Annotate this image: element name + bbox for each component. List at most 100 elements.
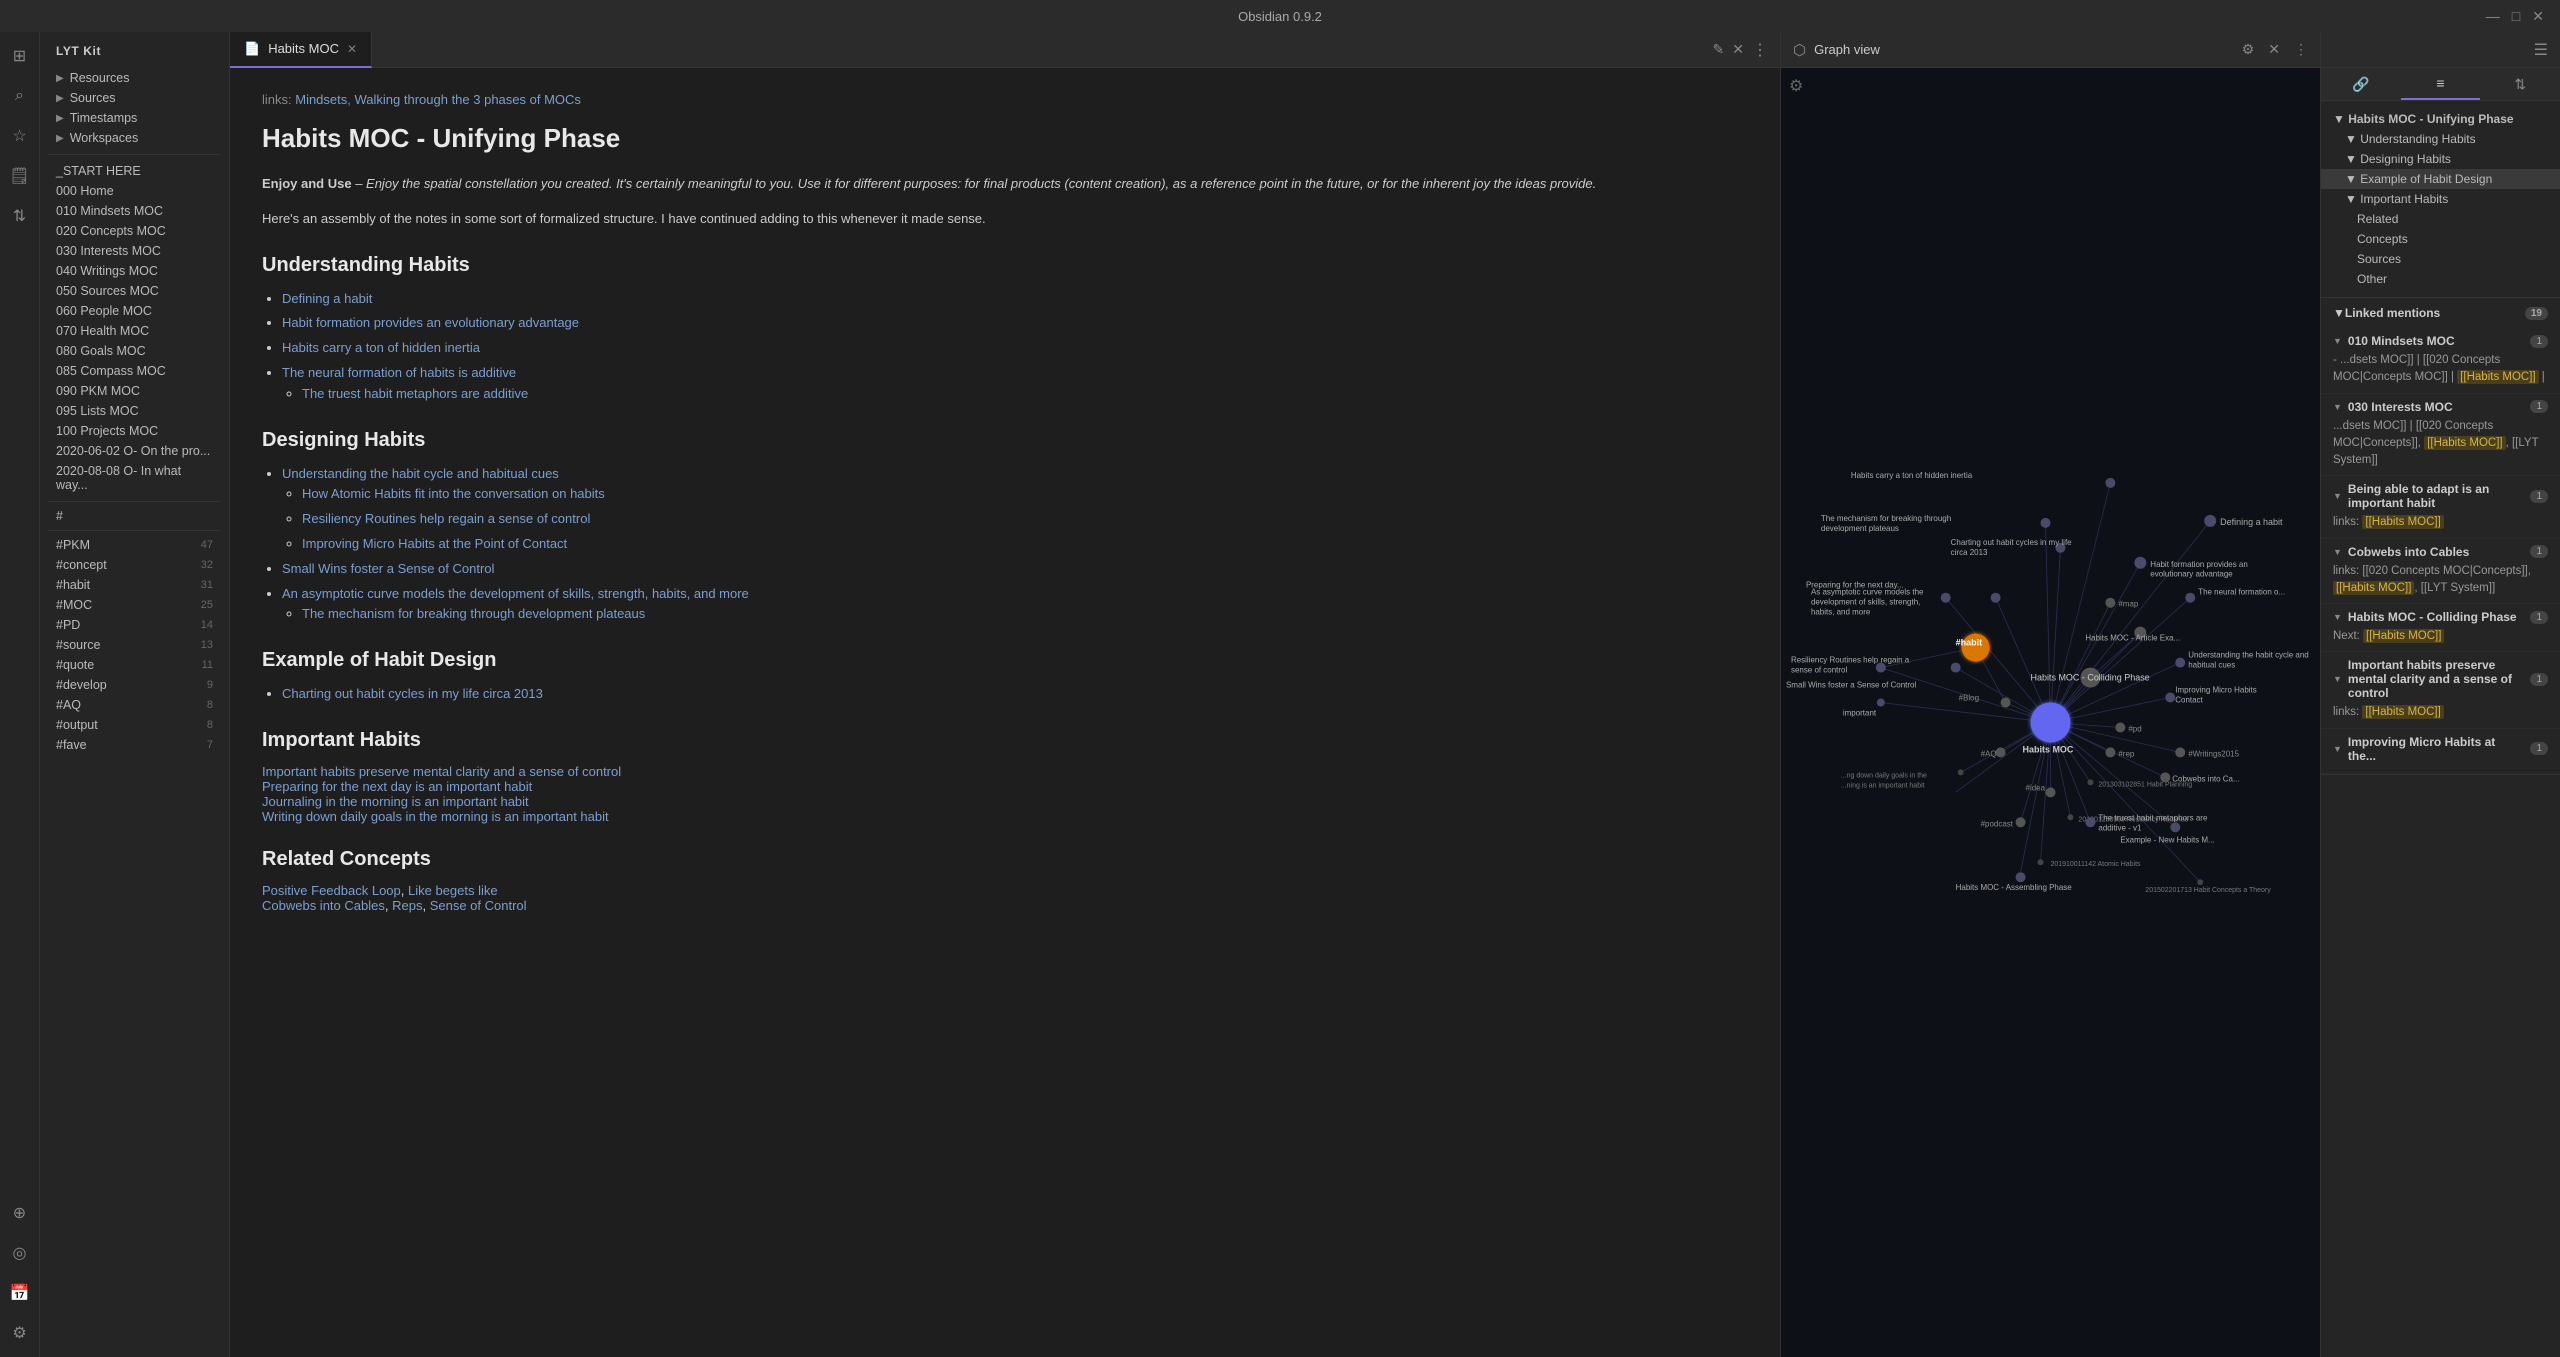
sidebar-item-100-projects[interactable]: 100 Projects MOC (40, 421, 229, 441)
sidebar-item-080-goals[interactable]: 080 Goals MOC (40, 341, 229, 361)
sidebar-tag-concept[interactable]: #concept 32 (40, 555, 229, 575)
outline-item-designing[interactable]: ▼ Designing Habits (2321, 149, 2560, 169)
sidebar-tag-moc[interactable]: #MOC 25 (40, 595, 229, 615)
community-activity-icon[interactable]: ◎ (4, 1237, 36, 1269)
link-charting-habit-cycles[interactable]: Charting out habit cycles in my life cir… (282, 686, 543, 701)
node-aq-tag[interactable] (1996, 747, 2006, 757)
sidebar-tag-aq[interactable]: #AQ 8 (40, 695, 229, 715)
sidebar-item-2020-0602[interactable]: 2020-06-02 O- On the pro... (40, 441, 229, 461)
link-small-wins[interactable]: Small Wins foster a Sense of Control (282, 561, 494, 576)
node-understanding-habit-cycle[interactable] (2175, 658, 2185, 668)
sidebar-item-resources[interactable]: ▶ Resources (40, 68, 229, 88)
link-resiliency-routines[interactable]: Resiliency Routines help regain a sense … (302, 511, 590, 526)
lm-item-title[interactable]: ▼ Habits MOC - Colliding Phase 1 (2333, 610, 2548, 624)
node-habits-carry[interactable] (2105, 478, 2115, 488)
sidebar-item-040-writings[interactable]: 040 Writings MOC (40, 261, 229, 281)
lm-item-title[interactable]: ▼ Important habits preserve mental clari… (2333, 658, 2548, 700)
link-writing-down-daily[interactable]: Writing down daily goals in the morning … (262, 809, 609, 824)
minimize-button[interactable]: — (2486, 8, 2500, 25)
outline-item-other[interactable]: Other (2321, 269, 2560, 289)
edit-icon[interactable]: ✎ (1713, 41, 1725, 58)
lm-item-title[interactable]: ▼ Being able to adapt is an important ha… (2333, 482, 2548, 510)
sidebar-item-095-lists[interactable]: 095 Lists MOC (40, 401, 229, 421)
link-truest-metaphors[interactable]: The truest habit metaphors are additive (302, 386, 528, 401)
node-idea-tag[interactable] (2046, 787, 2056, 797)
node-mechanism[interactable] (2041, 518, 2051, 528)
node-pd-tag[interactable] (2115, 722, 2125, 732)
outline-item-understanding[interactable]: ▼ Understanding Habits (2321, 129, 2560, 149)
node-writings2015-tag[interactable] (2175, 747, 2185, 757)
tab-close-icon[interactable]: ✕ (347, 42, 357, 56)
lm-item-name[interactable]: 030 Interests MOC (2348, 400, 2453, 414)
link-preparing-next-day[interactable]: Preparing for the next day is an importa… (262, 779, 532, 794)
link-positive-feedback[interactable]: Positive Feedback Loop (262, 883, 401, 898)
rs-tab-link[interactable]: 🔗 (2321, 68, 2401, 100)
outline-item-example[interactable]: ▼ Example of Habit Design (2321, 169, 2560, 189)
graph-more-icon[interactable]: ⋮ (2294, 41, 2308, 58)
link-mindsets[interactable]: Mindsets (295, 92, 347, 107)
link-defining-habit[interactable]: Defining a habit (282, 291, 372, 306)
node-resiliency[interactable] (1951, 663, 1961, 673)
link-improving-micro[interactable]: Improving Micro Habits at the Point of C… (302, 536, 567, 551)
lm-item-title[interactable]: ▼ 010 Mindsets MOC 1 (2333, 334, 2548, 348)
link-important-habits-mental-clarity[interactable]: Important habits preserve mental clarity… (262, 764, 621, 779)
link-walking-3-phases[interactable]: Walking through the 3 phases of MOCs (355, 92, 581, 107)
link-habits-carry[interactable]: Habits carry a ton of hidden inertia (282, 340, 480, 355)
maximize-button[interactable]: □ (2512, 8, 2520, 25)
sidebar-tag-output[interactable]: #output 8 (40, 715, 229, 735)
node-daily-goals[interactable] (1958, 769, 1964, 775)
lm-item-name[interactable]: 010 Mindsets MOC (2348, 334, 2455, 348)
link-mechanism-breaking[interactable]: The mechanism for breaking through devel… (302, 606, 645, 621)
sidebar-item-start-here[interactable]: _START HERE (40, 161, 229, 181)
sidebar-item-060-people[interactable]: 060 People MOC (40, 301, 229, 321)
link-like-begets-like[interactable]: Like begets like (408, 883, 498, 898)
node-habits-moc-main[interactable] (2031, 703, 2071, 743)
sidebar-item-030-interests[interactable]: 030 Interests MOC (40, 241, 229, 261)
link-reps[interactable]: Reps (392, 898, 422, 913)
lm-item-title[interactable]: ▼ 030 Interests MOC 1 (2333, 400, 2548, 414)
node-habit-concepts-theory[interactable] (2197, 879, 2203, 885)
node-podcast-tag[interactable] (2016, 817, 2026, 827)
files-activity-icon[interactable]: ⊞ (4, 40, 36, 72)
plugin-activity-icon[interactable]: ⊕ (4, 1197, 36, 1229)
sidebar-tag-source[interactable]: #source 13 (40, 635, 229, 655)
sort-activity-icon[interactable]: ⇅ (4, 200, 36, 232)
calendar-activity-icon[interactable]: 📅 (4, 1277, 36, 1309)
settings-activity-icon[interactable]: ⚙ (4, 1317, 36, 1349)
sidebar-item-hash[interactable]: # (40, 506, 229, 526)
outline-item-unifying-phase[interactable]: ▼ Habits MOC - Unifying Phase (2321, 109, 2560, 129)
rs-menu-icon[interactable]: ☰ (2534, 40, 2548, 60)
lm-item-title[interactable]: ▼ Cobwebs into Cables 1 (2333, 545, 2548, 559)
bookmark-activity-icon[interactable]: ☆ (4, 120, 36, 152)
close-button[interactable]: ✕ (2532, 8, 2544, 25)
node-small-wins[interactable] (1876, 663, 1886, 673)
tab-habits-moc[interactable]: 📄 Habits MOC ✕ (230, 32, 372, 68)
node-example-new-habits[interactable] (2170, 822, 2180, 832)
link-asymptotic-curve[interactable]: An asymptotic curve models the developme… (282, 586, 749, 601)
rs-tab-sort[interactable]: ⇅ (2480, 68, 2560, 100)
close-pane-icon[interactable]: ✕ (1732, 41, 1744, 58)
sidebar-tag-habit[interactable]: #habit 31 (40, 575, 229, 595)
node-habit-planning[interactable] (2087, 779, 2093, 785)
graph-close-icon[interactable]: ✕ (2268, 41, 2280, 58)
node-rep-tag[interactable] (2105, 747, 2115, 757)
link-cobwebs-cables[interactable]: Cobwebs into Cables (262, 898, 385, 913)
lm-item-name[interactable]: Improving Micro Habits at the... (2348, 735, 2525, 763)
link-sense-of-control[interactable]: Sense of Control (430, 898, 527, 913)
node-improving-micro[interactable] (2165, 693, 2175, 703)
lm-item-name[interactable]: Important habits preserve mental clarity… (2348, 658, 2525, 700)
node-cobwebs[interactable] (2160, 772, 2170, 782)
link-neural-formation[interactable]: The neural formation of habits is additi… (282, 365, 516, 380)
rs-tab-outline[interactable]: ≡ (2401, 68, 2481, 100)
lm-header[interactable]: ▼ Linked mentions 19 (2321, 298, 2560, 328)
link-habit-formation-evolutionary[interactable]: Habit formation provides an evolutionary… (282, 315, 579, 330)
node-map-tag[interactable] (2105, 598, 2115, 608)
link-journaling-morning[interactable]: Journaling in the morning is an importan… (262, 794, 529, 809)
sidebar-tag-develop[interactable]: #develop 9 (40, 675, 229, 695)
node-habits-assembling[interactable] (2016, 872, 2026, 882)
more-options-icon[interactable]: ⋮ (1752, 40, 1768, 60)
sidebar-item-010-mindsets[interactable]: 010 Mindsets MOC (40, 201, 229, 221)
sidebar-item-090-pkm[interactable]: 090 PKM MOC (40, 381, 229, 401)
outline-item-sources[interactable]: Sources (2321, 249, 2560, 269)
sidebar-item-020-concepts[interactable]: 020 Concepts MOC (40, 221, 229, 241)
